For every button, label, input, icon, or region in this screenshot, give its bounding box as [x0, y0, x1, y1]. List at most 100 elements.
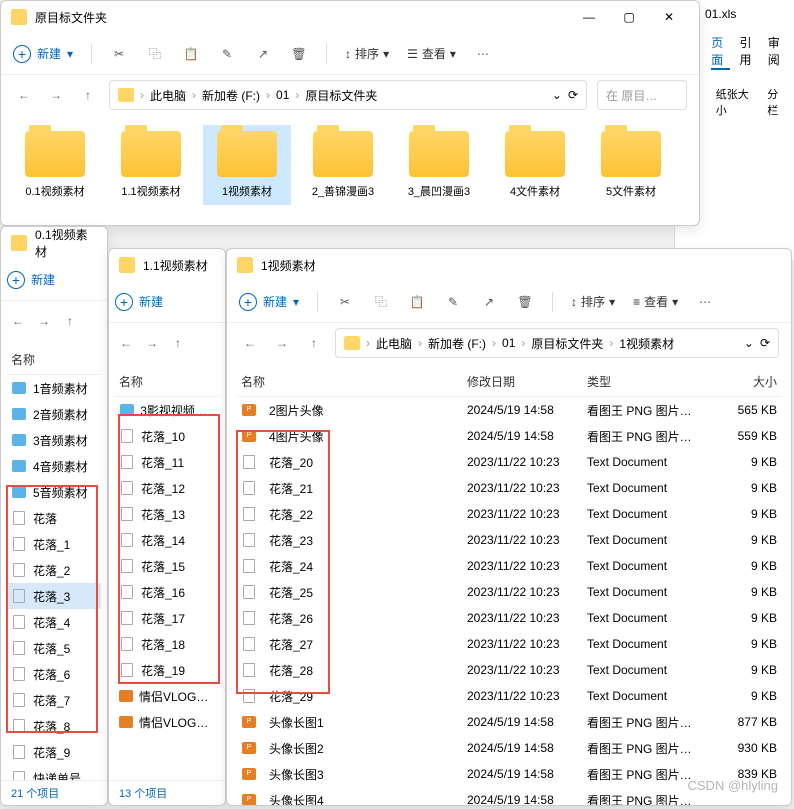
- path-box[interactable]: › 此电脑› 新加卷 (F:)› 01› 原目标文件夹› 1视频素材 ⌄ ⟳: [335, 328, 779, 358]
- forward-button[interactable]: →: [271, 332, 293, 354]
- list-item[interactable]: 花落_14: [115, 527, 219, 553]
- table-row[interactable]: 花落_232023/11/22 10:23Text Document9 KB: [237, 527, 781, 553]
- folder-item[interactable]: 0.1视频素材: [11, 125, 99, 205]
- view-button[interactable]: ☰ 查看 ▾: [407, 45, 456, 62]
- more-icon[interactable]: ⋯: [696, 293, 714, 311]
- column-header-name[interactable]: 名称: [115, 367, 219, 397]
- list-item[interactable]: 花落_8: [7, 713, 101, 739]
- header-name[interactable]: 名称: [241, 373, 467, 390]
- new-button[interactable]: + 新建: [7, 271, 55, 289]
- header-date[interactable]: 修改日期: [467, 373, 587, 390]
- maximize-button[interactable]: ▢: [609, 3, 649, 31]
- table-row[interactable]: P4图片头像2024/5/19 14:58看图王 PNG 图片…559 KB: [237, 423, 781, 449]
- list-item[interactable]: 花落_1: [7, 531, 101, 557]
- list-item[interactable]: 5音频素材: [7, 479, 101, 505]
- list-item[interactable]: 花落_13: [115, 501, 219, 527]
- titlebar[interactable]: 1视频素材: [227, 249, 791, 281]
- menu-review[interactable]: 审阅: [768, 34, 786, 70]
- table-row[interactable]: 花落_202023/11/22 10:23Text Document9 KB: [237, 449, 781, 475]
- back-button[interactable]: ←: [239, 332, 261, 354]
- list-item[interactable]: 花落_16: [115, 579, 219, 605]
- copy-icon[interactable]: ⿻: [146, 45, 164, 63]
- up-button[interactable]: ↑: [77, 84, 99, 106]
- folder-item[interactable]: 4文件素材: [491, 125, 579, 205]
- table-row[interactable]: 花落_242023/11/22 10:23Text Document9 KB: [237, 553, 781, 579]
- menu-page[interactable]: 页面: [711, 34, 729, 70]
- new-button[interactable]: + 新建 ▾: [13, 45, 73, 63]
- folder-item[interactable]: 1.1视频素材: [107, 125, 195, 205]
- table-row[interactable]: 花落_272023/11/22 10:23Text Document9 KB: [237, 631, 781, 657]
- list-item[interactable]: 花落_17: [115, 605, 219, 631]
- list-item[interactable]: 3影视视频素材: [115, 397, 219, 423]
- rename-icon[interactable]: ✎: [218, 45, 236, 63]
- list-item[interactable]: 2音频素材: [7, 401, 101, 427]
- tool-size[interactable]: 纸张大小: [716, 86, 754, 118]
- table-row[interactable]: 花落_262023/11/22 10:23Text Document9 KB: [237, 605, 781, 631]
- forward-button[interactable]: →: [141, 332, 163, 354]
- list-item[interactable]: 情侣VLOG：生活中: [115, 709, 219, 735]
- close-button[interactable]: ✕: [649, 3, 689, 31]
- table-row[interactable]: 花落_212023/11/22 10:23Text Document9 KB: [237, 475, 781, 501]
- folder-item[interactable]: 1视频素材: [203, 125, 291, 205]
- table-row[interactable]: 花落_282023/11/22 10:23Text Document9 KB: [237, 657, 781, 683]
- search-input[interactable]: 在 原目…: [597, 80, 687, 110]
- list-item[interactable]: 花落_5: [7, 635, 101, 661]
- up-button[interactable]: ↑: [167, 332, 189, 354]
- titlebar[interactable]: 0.1视频素材: [1, 227, 107, 259]
- path-seg[interactable]: 1视频素材: [619, 335, 674, 352]
- forward-button[interactable]: →: [33, 310, 55, 332]
- folder-item[interactable]: 5文件素材: [587, 125, 675, 205]
- folder-item[interactable]: 3_晨凹漫画3: [395, 125, 483, 205]
- table-row[interactable]: 花落_292023/11/22 10:23Text Document9 KB: [237, 683, 781, 709]
- forward-button[interactable]: →: [45, 84, 67, 106]
- table-row[interactable]: 花落_252023/11/22 10:23Text Document9 KB: [237, 579, 781, 605]
- list-item[interactable]: 花落_12: [115, 475, 219, 501]
- header-type[interactable]: 类型: [587, 373, 707, 390]
- header-size[interactable]: 大小: [707, 373, 777, 390]
- paste-icon[interactable]: 📋: [408, 293, 426, 311]
- list-item[interactable]: 快递单号: [7, 765, 101, 780]
- delete-icon[interactable]: 🗑: [290, 45, 308, 63]
- path-seg[interactable]: 01: [502, 336, 515, 350]
- list-item[interactable]: 情侣VLOG：生活中: [115, 683, 219, 709]
- new-button[interactable]: + 新建: [115, 293, 163, 311]
- column-header-name[interactable]: 名称: [7, 345, 101, 375]
- titlebar[interactable]: 1.1视频素材: [109, 249, 225, 281]
- folder-item[interactable]: 2_善锦漫画3: [299, 125, 387, 205]
- path-seg[interactable]: 新加卷 (F:): [428, 335, 486, 352]
- minimize-button[interactable]: —: [569, 3, 609, 31]
- share-icon[interactable]: ↗: [254, 45, 272, 63]
- refresh-icon[interactable]: ⟳: [760, 336, 770, 350]
- path-seg[interactable]: 此电脑: [376, 335, 412, 352]
- list-item[interactable]: 花落_7: [7, 687, 101, 713]
- menu-ref[interactable]: 引用: [740, 34, 758, 70]
- delete-icon[interactable]: 🗑: [516, 293, 534, 311]
- list-item[interactable]: 花落_11: [115, 449, 219, 475]
- chevron-down-icon[interactable]: ⌄: [552, 88, 562, 102]
- table-row[interactable]: P头像长图12024/5/19 14:58看图王 PNG 图片…877 KB: [237, 709, 781, 735]
- path-seg[interactable]: 此电脑: [150, 87, 186, 104]
- cut-icon[interactable]: ✂: [336, 293, 354, 311]
- rename-icon[interactable]: ✎: [444, 293, 462, 311]
- list-item[interactable]: 花落_3: [7, 583, 101, 609]
- path-box[interactable]: › 此电脑› 新加卷 (F:)› 01› 原目标文件夹 ⌄ ⟳: [109, 80, 587, 110]
- list-item[interactable]: 花落: [7, 505, 101, 531]
- chevron-down-icon[interactable]: ⌄: [744, 336, 754, 350]
- list-item[interactable]: 花落_9: [7, 739, 101, 765]
- new-button[interactable]: + 新建 ▾: [239, 293, 299, 311]
- up-button[interactable]: ↑: [303, 332, 325, 354]
- list-item[interactable]: 花落_6: [7, 661, 101, 687]
- more-icon[interactable]: ⋯: [474, 45, 492, 63]
- refresh-icon[interactable]: ⟳: [568, 88, 578, 102]
- list-item[interactable]: 1音频素材: [7, 375, 101, 401]
- list-item[interactable]: 花落_2: [7, 557, 101, 583]
- titlebar[interactable]: 原目标文件夹 — ▢ ✕: [1, 1, 699, 33]
- back-button[interactable]: ←: [13, 84, 35, 106]
- table-row[interactable]: P头像长图22024/5/19 14:58看图王 PNG 图片…930 KB: [237, 735, 781, 761]
- sort-button[interactable]: ↕ 排序 ▾: [345, 45, 389, 62]
- list-item[interactable]: 4音频素材: [7, 453, 101, 479]
- paste-icon[interactable]: 📋: [182, 45, 200, 63]
- cut-icon[interactable]: ✂: [110, 45, 128, 63]
- path-seg[interactable]: 新加卷 (F:): [202, 87, 260, 104]
- back-button[interactable]: ←: [115, 332, 137, 354]
